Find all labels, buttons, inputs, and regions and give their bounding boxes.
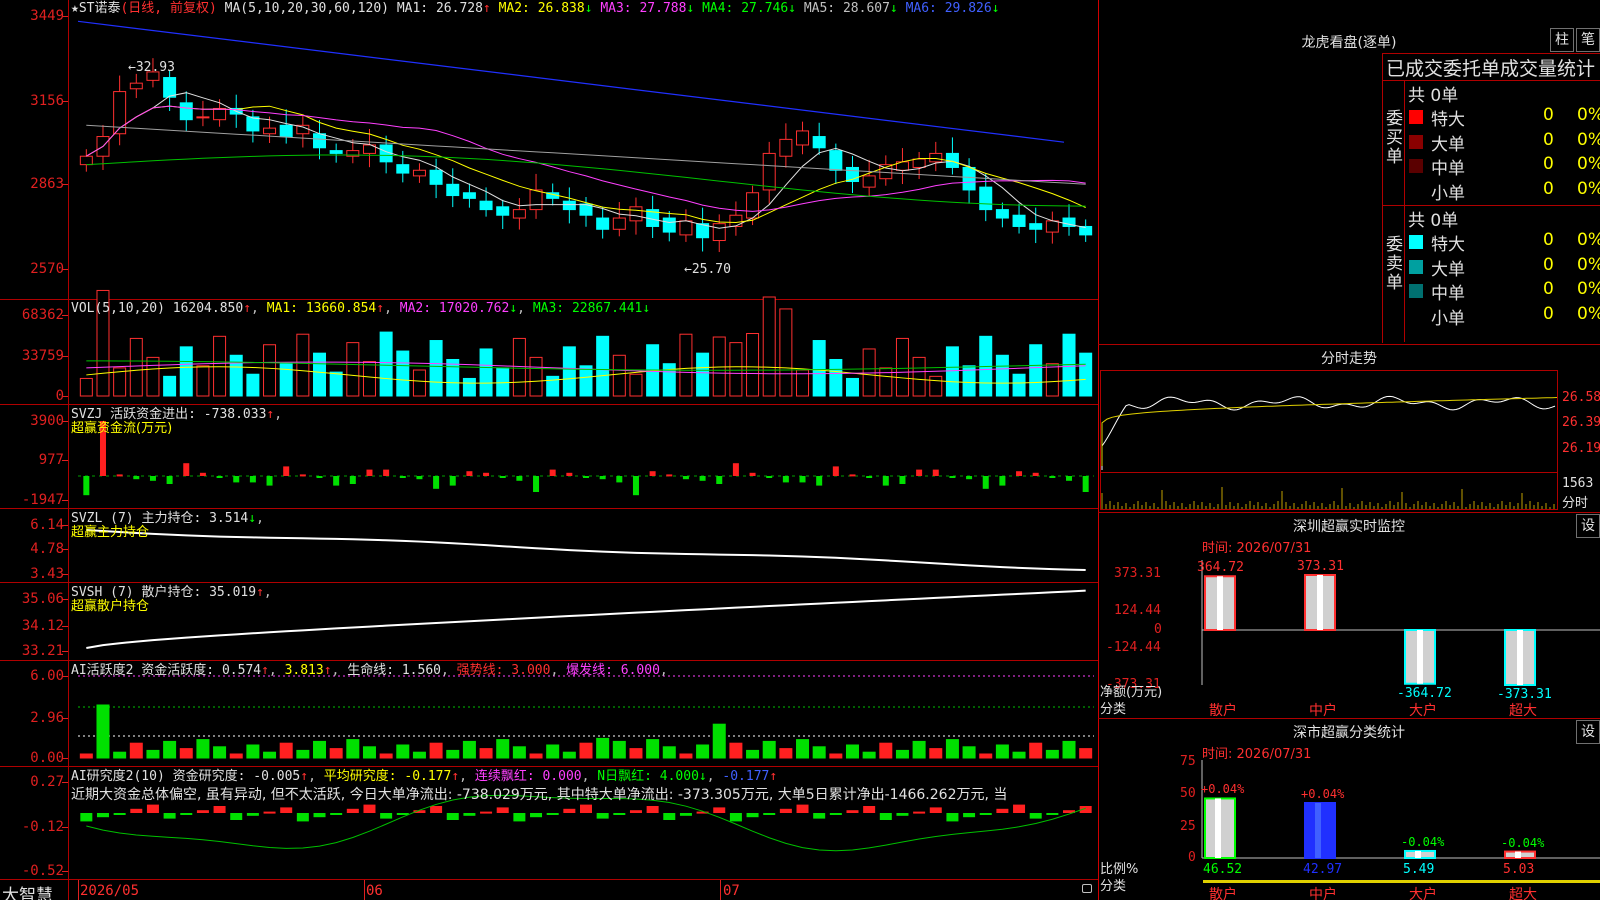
axis-label: 75 [1180, 754, 1196, 769]
bar-value-label: 5.49 [1403, 862, 1435, 877]
bar-value-label: 373.31 [1297, 559, 1344, 574]
bar-highlight [1517, 630, 1523, 685]
change-label: -0.04% [1501, 835, 1545, 850]
bar-value-label: 5.03 [1503, 862, 1535, 877]
bar-highlight [1515, 851, 1521, 858]
axis-label: 0 [1188, 850, 1196, 865]
bar-highlight [1315, 802, 1321, 858]
divider [1098, 512, 1600, 513]
divider [1098, 718, 1600, 719]
intraday-price-line [1101, 395, 1556, 470]
sz-class-settings-button[interactable]: 设 [1576, 720, 1600, 744]
bar-highlight [1415, 850, 1421, 858]
category-label: 散户 [1209, 703, 1237, 719]
bar-highlight [1217, 576, 1223, 630]
sz-monitor-settings-button[interactable]: 设 [1576, 514, 1600, 538]
intraday-axis-label: 26.39 [1562, 415, 1600, 430]
category-underline [1203, 880, 1303, 883]
category-label: 大户 [1409, 887, 1437, 900]
category-label: 中户 [1309, 703, 1337, 719]
category-underline [1303, 880, 1403, 883]
sz-class-title: 深市超赢分类统计 [1293, 725, 1405, 741]
bar-value-label: -364.72 [1397, 685, 1452, 701]
category-label: 超大 [1509, 887, 1537, 900]
bar-highlight [1215, 798, 1221, 858]
category-label: 大户 [1409, 703, 1437, 719]
bar-value-label: 364.72 [1197, 560, 1244, 576]
axis-label: 50 [1180, 786, 1196, 801]
sz-monitor-time: 时间: 2026/07/31 [1202, 541, 1312, 556]
intraday-vol-unit: 分时 [1562, 496, 1589, 511]
sz-class-time: 时间: 2026/07/31 [1202, 747, 1312, 762]
right-charts [1101, 395, 1600, 883]
axis-label: -124.44 [1106, 640, 1161, 655]
category-label: 超大 [1509, 703, 1537, 719]
category-label: 散户 [1209, 887, 1237, 900]
change-label: +0.04% [1301, 786, 1345, 801]
category-underline [1503, 880, 1600, 883]
intraday-vol-label: 1563 [1562, 476, 1594, 491]
axis-label: 0 [1154, 622, 1162, 637]
bar-highlight [1417, 630, 1423, 684]
axis-label: 124.44 [1114, 603, 1161, 618]
category-label: 中户 [1309, 887, 1337, 900]
bar-highlight [1317, 575, 1323, 630]
intraday-axis-label: 26.19 [1562, 441, 1600, 456]
sz-monitor-title: 深圳超赢实时监控 [1293, 519, 1405, 535]
category-underline [1403, 880, 1503, 883]
bar-value-label: 46.52 [1203, 862, 1243, 877]
sz-monitor-xlabel: 分类 [1100, 702, 1127, 717]
axis-label: 25 [1180, 819, 1196, 834]
change-label: +0.04% [1201, 782, 1245, 797]
sz-class-xlabel: 分类 [1100, 879, 1127, 894]
change-label: -0.04% [1401, 834, 1445, 849]
axis-label: 373.31 [1114, 566, 1161, 581]
intraday-axis-label: 26.58 [1562, 390, 1600, 405]
bar-value-label: 42.97 [1303, 862, 1343, 877]
